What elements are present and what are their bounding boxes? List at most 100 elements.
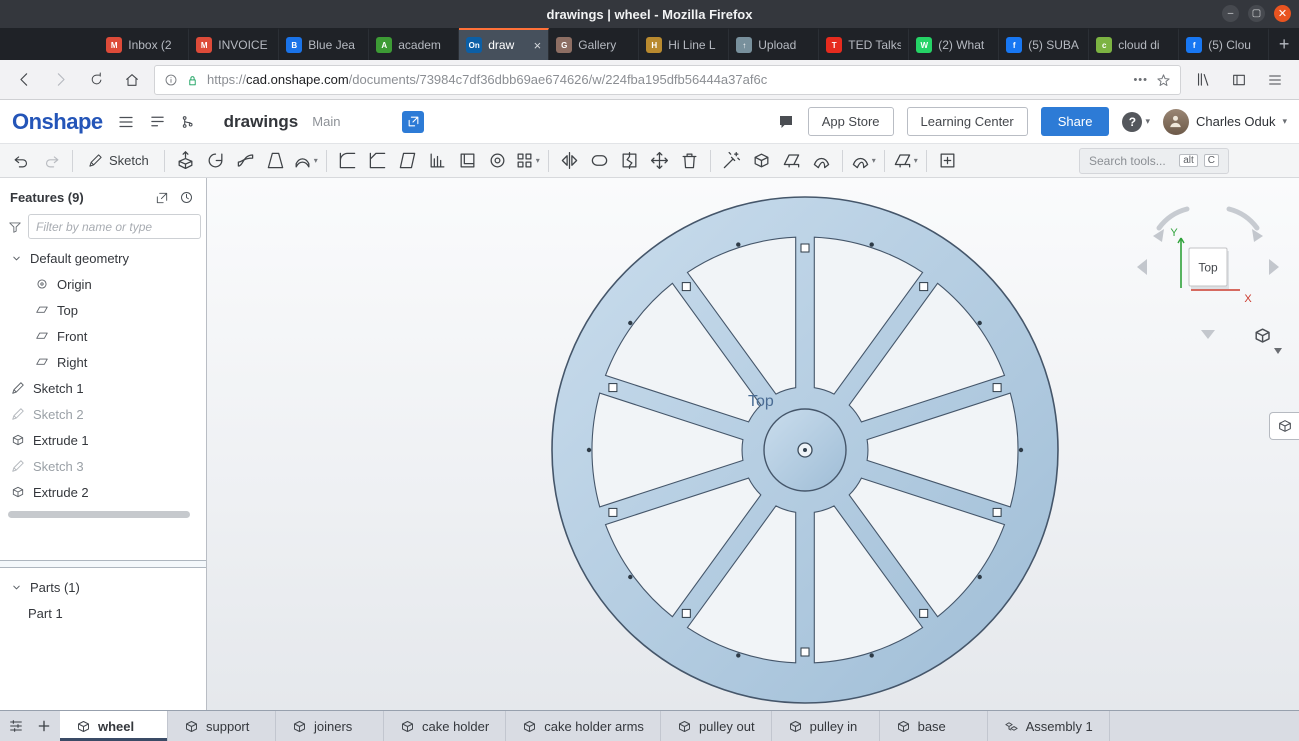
document-tab-joiners[interactable]: joiners [276, 711, 384, 741]
shell-tool-button[interactable] [454, 147, 481, 175]
tab-manager-icon[interactable] [8, 718, 24, 734]
search-tools-input[interactable]: Search tools... alt C [1079, 147, 1229, 174]
delete-part-tool-button[interactable] [676, 147, 703, 175]
workspace-name[interactable]: Main [312, 114, 340, 129]
undo-button[interactable] [8, 147, 35, 175]
feature-item-sketch-2[interactable]: Sketch 2 [0, 401, 206, 427]
feature-list-icon[interactable] [149, 113, 166, 130]
browser-tab[interactable]: ↑ Upload [729, 28, 820, 60]
browser-tab[interactable]: B Blue Jea [279, 28, 370, 60]
rotate-ccw-arrow[interactable] [1156, 206, 1190, 231]
learning-center-button[interactable]: Learning Center [906, 107, 1028, 136]
linear-pattern-tool-button[interactable]: ▾ [514, 147, 541, 175]
document-tab-base[interactable]: base [880, 711, 988, 741]
document-tab-pulley-out[interactable]: pulley out [661, 711, 772, 741]
forward-button[interactable] [46, 66, 74, 94]
secure-lock-icon[interactable] [186, 72, 199, 87]
feature-item-extrude-2[interactable]: Extrude 2 [0, 479, 206, 505]
revolve-tool-button[interactable] [202, 147, 229, 175]
move-face-tool-button[interactable] [748, 147, 775, 175]
feature-item-right[interactable]: Right [0, 349, 206, 375]
rotate-cw-arrow[interactable] [1226, 206, 1260, 231]
help-menu[interactable]: ? ▾ [1122, 111, 1150, 132]
history-icon[interactable] [179, 190, 194, 205]
help-icon[interactable]: ? [1122, 111, 1143, 132]
user-menu[interactable]: Charles Oduk ▾ [1162, 108, 1287, 135]
right-panel-flyout[interactable] [1269, 412, 1299, 440]
viewcube-arrow-down[interactable] [1201, 330, 1215, 339]
feedback-chat-icon[interactable] [777, 113, 795, 131]
shared-doc-icon[interactable] [402, 110, 425, 133]
rotate-cw-arrowhead[interactable] [1252, 229, 1263, 242]
maximize-button[interactable]: ▢ [1248, 5, 1265, 22]
browser-tab[interactable]: M Inbox (2 [99, 28, 190, 60]
app-store-button[interactable]: App Store [807, 107, 894, 136]
user-avatar[interactable] [1162, 108, 1189, 135]
browser-tab[interactable]: G Gallery [549, 28, 640, 60]
page-actions-icon[interactable]: ••• [1133, 74, 1148, 86]
feature-item-sketch-1[interactable]: Sketch 1 [0, 375, 206, 401]
sketch-button[interactable]: Sketch [80, 147, 157, 175]
parts-group-header[interactable]: Parts (1) [0, 574, 206, 600]
reload-button[interactable] [82, 66, 110, 94]
share-button[interactable]: Share [1040, 107, 1110, 136]
feature-item-front[interactable]: Front [0, 323, 206, 349]
browser-tab[interactable]: f (5) SUBA [999, 28, 1090, 60]
home-button[interactable] [118, 66, 146, 94]
browser-tab[interactable]: W (2) What [909, 28, 1000, 60]
view-cube[interactable]: Top Y X [1107, 196, 1283, 366]
filter-funnel-icon[interactable] [8, 220, 22, 234]
horizontal-scrollbar[interactable] [8, 511, 190, 518]
sweep-tool-button[interactable] [232, 147, 259, 175]
browser-tab[interactable]: M INVOICE [189, 28, 280, 60]
viewcube-arrow-left[interactable] [1137, 259, 1147, 275]
back-button[interactable] [10, 66, 38, 94]
browser-tab[interactable]: f (5) Clou [1179, 28, 1270, 60]
panel-splitter[interactable] [0, 560, 206, 568]
sheet-metal-tool-button[interactable]: ▾ [892, 147, 919, 175]
redo-button[interactable] [38, 147, 65, 175]
hole-tool-button[interactable] [484, 147, 511, 175]
split-tool-button[interactable] [616, 147, 643, 175]
bookmark-star-icon[interactable] [1156, 71, 1171, 87]
sidebar-toggle-icon[interactable] [1225, 66, 1253, 94]
transform-tool-button[interactable] [646, 147, 673, 175]
mirror-tool-button[interactable] [556, 147, 583, 175]
page-info-icon[interactable] [164, 72, 178, 88]
view-menu-caret[interactable] [1274, 348, 1282, 354]
feature-item-sketch-3[interactable]: Sketch 3 [0, 453, 206, 479]
rotate-ccw-arrowhead[interactable] [1153, 229, 1164, 242]
custom-feature-tool-button[interactable] [934, 147, 961, 175]
modify-fillet-tool-button[interactable] [718, 147, 745, 175]
rib-tool-button[interactable] [424, 147, 451, 175]
document-tab-assembly-1[interactable]: Assembly 1 [988, 711, 1110, 741]
document-tab-support[interactable]: support [168, 711, 276, 741]
offset-surface-tool-button[interactable] [808, 147, 835, 175]
hamburger-menu-icon[interactable] [1261, 66, 1289, 94]
browser-tab[interactable]: H Hi Line L [639, 28, 730, 60]
add-tab-button[interactable] [36, 718, 52, 734]
loft-tool-button[interactable] [262, 147, 289, 175]
document-tab-cake-holder-arms[interactable]: cake holder arms [506, 711, 661, 741]
fillet-surface-tool-button[interactable]: ▾ [850, 147, 877, 175]
fillet-tool-button[interactable] [334, 147, 361, 175]
document-tab-wheel[interactable]: wheel [60, 711, 168, 741]
wheel-part[interactable] [551, 196, 1059, 704]
panel-popout-icon[interactable] [155, 191, 169, 205]
viewcube-arrow-right[interactable] [1269, 259, 1279, 275]
tab-close-icon[interactable]: × [534, 38, 542, 53]
browser-tab[interactable]: c cloud di [1089, 28, 1180, 60]
view-menu-cube-icon[interactable] [1255, 328, 1270, 343]
document-tab-cake-holder[interactable]: cake holder [384, 711, 507, 741]
document-menu-icon[interactable] [117, 113, 135, 131]
feature-item-extrude-1[interactable]: Extrude 1 [0, 427, 206, 453]
new-browser-tab-button[interactable]: + [1269, 28, 1299, 60]
draft-tool-button[interactable] [394, 147, 421, 175]
boolean-tool-button[interactable] [586, 147, 613, 175]
browser-tab[interactable]: On draw × [459, 28, 550, 60]
versions-icon[interactable] [180, 114, 196, 130]
feature-item-top[interactable]: Top [0, 297, 206, 323]
minimize-button[interactable]: – [1222, 5, 1239, 22]
feature-item-origin[interactable]: Origin [0, 271, 206, 297]
url-bar[interactable]: https:// cad.onshape.com /documents/7398… [154, 64, 1181, 95]
